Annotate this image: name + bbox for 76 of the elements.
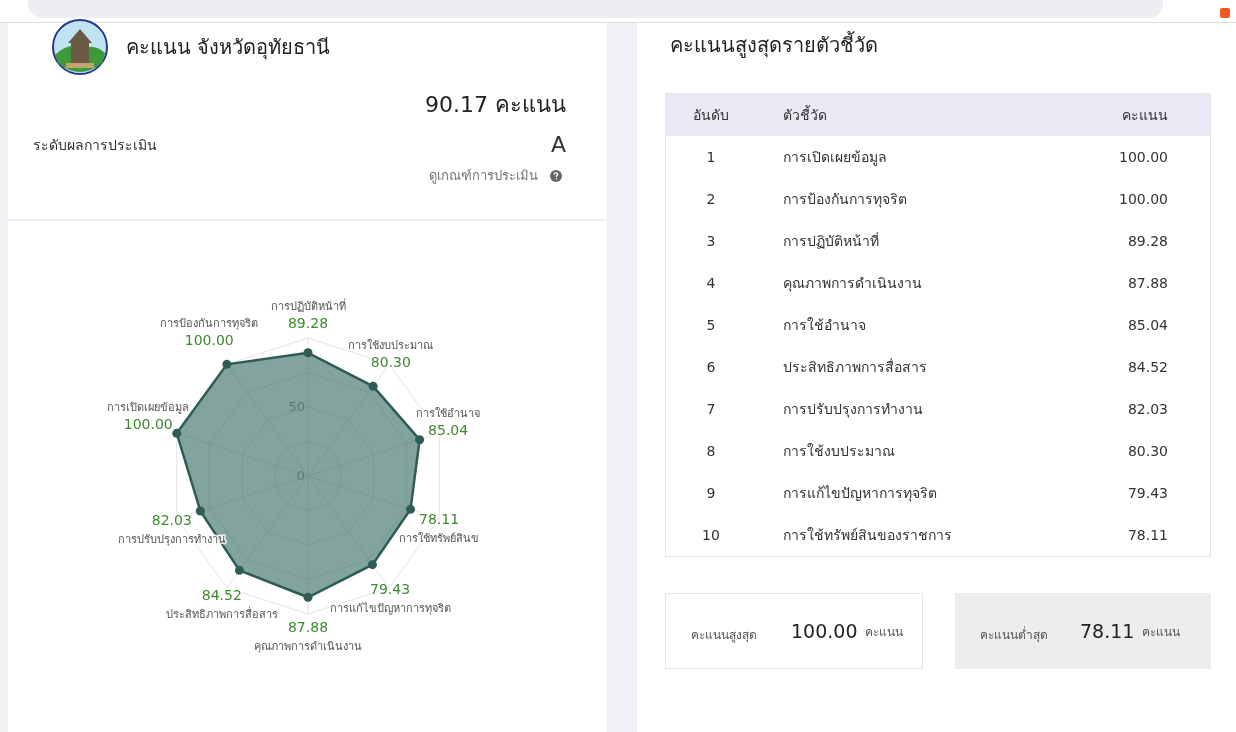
data-point [234,565,244,575]
section-title: คะแนนสูงสุดรายตัวชี้วัด [670,30,879,60]
table-cell-text: การใช้งบประมาณ [782,442,896,461]
value-label: 80.30 [370,354,411,371]
data-point [415,435,425,445]
value-label: 79.43 [370,580,411,597]
table-cell-text: 6 [705,359,717,375]
table-cell-text: 100.00 [1118,191,1169,207]
value-label: 100.00 [123,416,173,433]
table-cell-text: 89.28 [1126,233,1169,249]
value-label: 100.00 [184,332,234,349]
data-point [172,428,182,438]
data-point [406,504,415,514]
table-cell-text: 8 [705,443,717,459]
axis-label: การป้องกันการทุจริต [160,317,259,331]
axis-label: ประสิทธิภาพการสื่อสาร [165,607,278,621]
value-label: 82.03 [151,512,192,529]
table-cell-text: 84.52 [1126,359,1169,375]
table-cell-text: 5 [705,317,717,333]
axis-label: การใช้งบประมาณ [348,339,434,353]
table-cell-text: 2 [705,191,717,207]
table-cell-text: คุณภาพการดำเนินงาน [782,274,923,294]
table-cell-text: 85.04 [1126,317,1169,333]
value-label: 89.28 [287,314,329,331]
grade-value: A [550,132,566,157]
grade-label: ระดับผลการประเมิน [33,135,157,155]
table-cell-text: การใช้อำนาจ [782,316,867,335]
axis-label: การแก้ไขปัญหาการทุจริต [329,601,451,615]
value-label: 84.52 [201,586,242,603]
table-cell-text: การปฏิบัติหน้าที่ [782,231,880,251]
panel-title: คะแนน จังหวัดอุทัยธานี [126,34,331,62]
column-header: อันดับ [692,106,730,125]
total-score: 90.17 คะแนน [424,91,566,119]
emblem-icon [52,19,108,75]
help-icon[interactable] [550,169,562,182]
column-header: ตัวชี้วัด [782,104,828,125]
table-cell-text: 4 [705,275,717,291]
table-cell-text: ประสิทธิภาพการสื่อสาร [782,357,928,377]
summary-unit: คะแนน [865,623,904,641]
value-label: 85.04 [428,422,469,439]
table-cell-text: 82.03 [1126,401,1169,417]
value-label: 78.11 [419,510,460,527]
summary-unit: คะแนน [1142,623,1181,641]
table-cell-text: การป้องกันการทุจริต [782,190,908,210]
value-label: 87.88 [287,619,329,636]
table-cell-text: การแก้ไขปัญหาการทุจริต [782,484,938,504]
table-cell-text: 7 [705,401,717,417]
summary-label: คะแนนต่ำสุด [980,625,1049,644]
data-point [367,560,377,570]
summary-label: คะแนนสูงสุด [691,626,758,644]
table-cell-text: 9 [705,485,717,501]
table-cell-text: การเปิดเผยข้อมูล [782,148,888,168]
table-cell-text: 100.00 [1118,149,1169,165]
data-point [222,359,232,369]
axis-label: การเปิดเผยข้อมูล [107,401,190,415]
data-point [195,506,205,516]
summary-value: 78.11 [1080,620,1135,642]
table-cell-text: 78.11 [1126,527,1169,543]
table-cell-text: 1 [705,149,717,165]
data-point [368,381,378,391]
summary-value: 100.00 [791,620,858,642]
axis-label: การใช้อำนาจ [416,407,481,421]
criteria-link[interactable]: ดูเกณฑ์การประเมิน [429,165,538,186]
table-cell-text: 87.88 [1126,275,1169,291]
table-cell-text: 10 [701,527,721,543]
table-cell-text: การใช้ทรัพย์สินของราชการ [782,526,953,545]
table-cell-text: 80.30 [1126,443,1169,459]
table-cell-text: 3 [705,233,717,249]
data-point [303,592,313,602]
axis-label: คุณภาพการดำเนินงาน [254,640,362,654]
table-cell-text: 79.43 [1126,485,1169,501]
axis-label: การใช้ทรัพย์สินข [399,531,480,545]
data-point [303,348,313,358]
column-header: คะแนน [1121,106,1169,125]
table-cell-text: การปรับปรุงการทำงาน [782,400,924,420]
axis-label: การปฏิบัติหน้าที่ [270,299,346,313]
